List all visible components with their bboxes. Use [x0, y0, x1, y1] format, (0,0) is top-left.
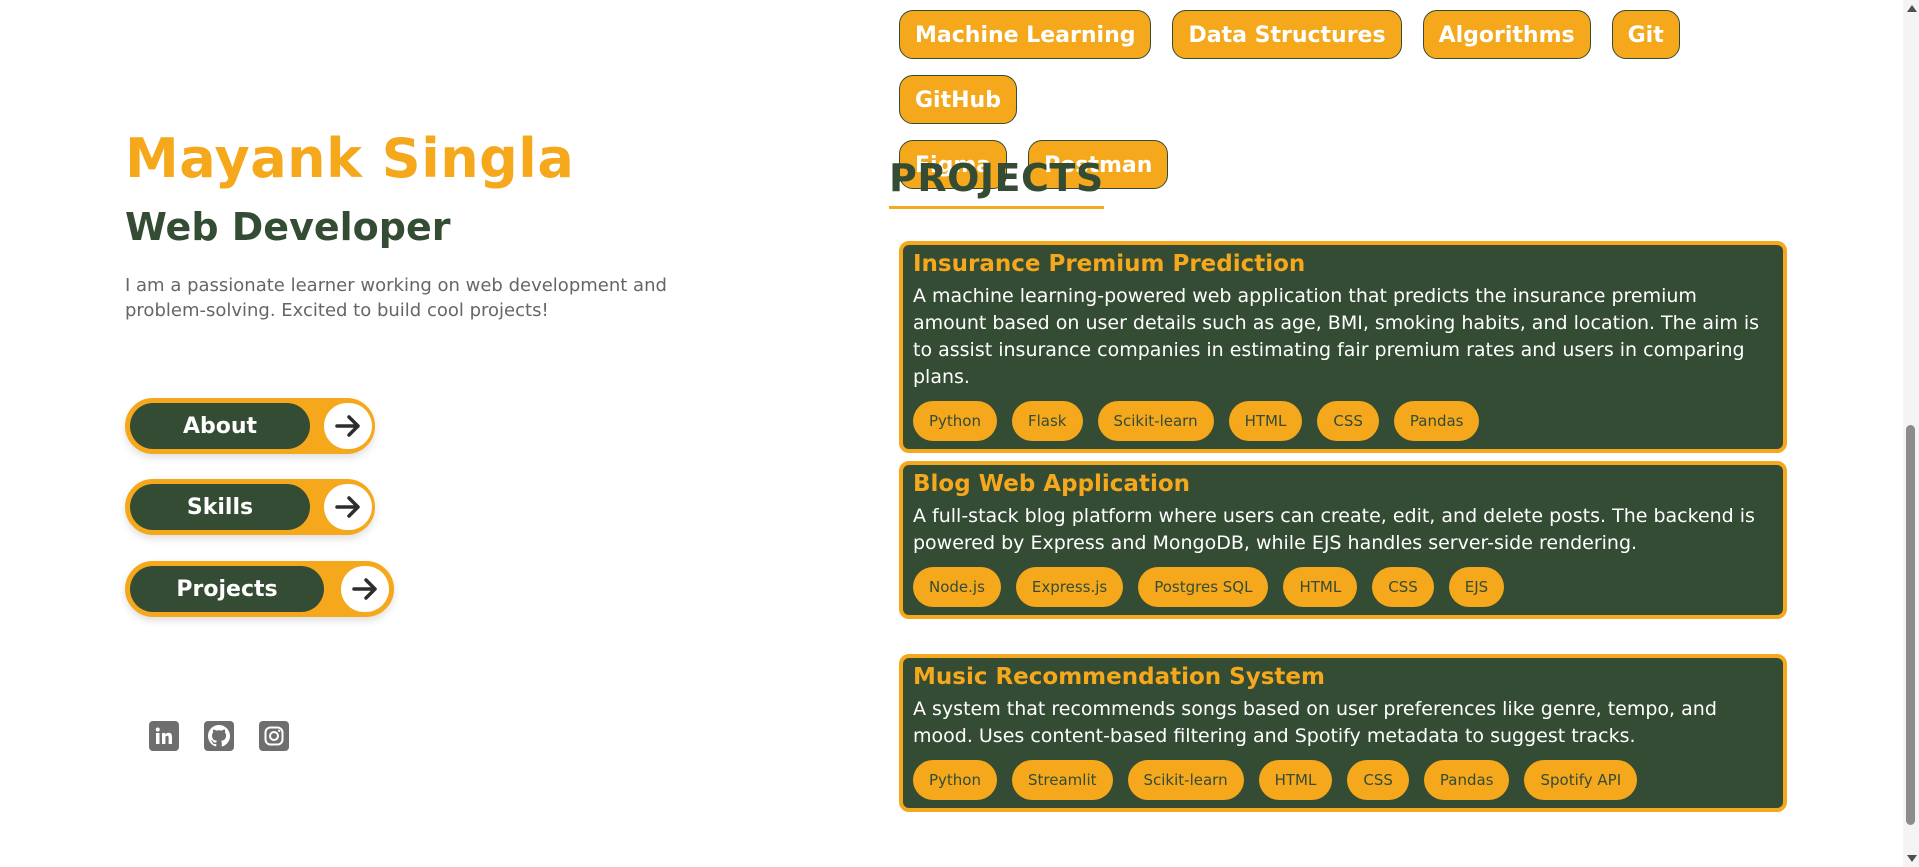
profile-bio: I am a passionate learner working on web… — [125, 275, 667, 321]
project-title: Blog Web Application — [913, 471, 1191, 497]
tech-tag: Node.js — [913, 567, 1001, 607]
scroll-up-icon[interactable] — [1907, 5, 1917, 12]
project-tags: Node.js Express.js Postgres SQL HTML CSS EJS — [913, 567, 1773, 607]
projects-heading: PROJECTS — [889, 156, 1104, 209]
tech-tag: Python — [913, 760, 997, 800]
skills-button[interactable]: Skills — [125, 479, 375, 535]
scroll-down-icon[interactable] — [1907, 855, 1917, 862]
skill-pill: Algorithms — [1422, 10, 1591, 59]
project-description: A system that recommends songs based on … — [913, 698, 1717, 747]
tech-tag: CSS — [1372, 567, 1434, 607]
tech-tag: EJS — [1448, 567, 1505, 607]
tech-tag: Postgres SQL — [1138, 567, 1269, 607]
about-button[interactable]: About — [125, 398, 375, 454]
tech-tag: HTML — [1258, 760, 1333, 800]
skill-pill: GitHub — [899, 75, 1017, 124]
project-tags: Python Streamlit Scikit-learn HTML CSS Pandas… — [913, 760, 1773, 800]
tech-tag: CSS — [1317, 401, 1379, 441]
arrow-right-icon — [341, 566, 389, 612]
project-title: Insurance Premium Prediction — [913, 251, 1306, 277]
project-description: A machine learning-powered web applicati… — [913, 285, 1760, 388]
tech-tag: CSS — [1347, 760, 1409, 800]
github-icon[interactable] — [204, 721, 234, 751]
tech-tag: Python — [913, 401, 997, 441]
skill-pill: Data Structures — [1172, 10, 1402, 59]
project-title: Music Recommendation System — [913, 664, 1325, 690]
skill-pill: Git — [1611, 10, 1680, 59]
intro-panel: Mayank Singla Web Developer I am a passi… — [0, 0, 880, 867]
tech-tag: HTML — [1228, 401, 1303, 441]
projects-button-label: Projects — [130, 566, 324, 612]
tech-tag: Scikit-learn — [1127, 760, 1244, 800]
arrow-right-icon — [324, 484, 372, 530]
linkedin-icon[interactable] — [149, 721, 179, 751]
project-description: A full-stack blog platform where users c… — [913, 505, 1755, 554]
project-card: Insurance Premium Prediction A machine l… — [899, 241, 1787, 453]
profile-name: Mayank Singla — [125, 127, 575, 190]
arrow-right-icon — [324, 403, 372, 449]
about-button-label: About — [130, 403, 310, 449]
projects-button[interactable]: Projects — [125, 561, 394, 617]
profile-role: Web Developer — [125, 205, 451, 249]
skills-button-label: Skills — [130, 484, 310, 530]
skill-pill: Machine Learning — [899, 10, 1152, 59]
tech-tag: Flask — [1012, 401, 1083, 441]
tech-tag: HTML — [1283, 567, 1358, 607]
page-scrollbar[interactable] — [1903, 0, 1919, 867]
instagram-icon[interactable] — [259, 721, 289, 751]
project-card: Music Recommendation System A system tha… — [899, 654, 1787, 812]
tech-tag: Express.js — [1015, 567, 1124, 607]
tech-tag: Scikit-learn — [1097, 401, 1214, 441]
scrollbar-thumb[interactable] — [1906, 425, 1915, 825]
project-card: Blog Web Application A full-stack blog p… — [899, 461, 1787, 619]
tech-tag: Pandas — [1393, 401, 1480, 441]
tech-tag: Spotify API — [1524, 760, 1638, 800]
tech-tag: Pandas — [1423, 760, 1510, 800]
tech-tag: Streamlit — [1012, 760, 1113, 800]
project-tags: Python Flask Scikit-learn HTML CSS Pandas — [913, 401, 1773, 441]
